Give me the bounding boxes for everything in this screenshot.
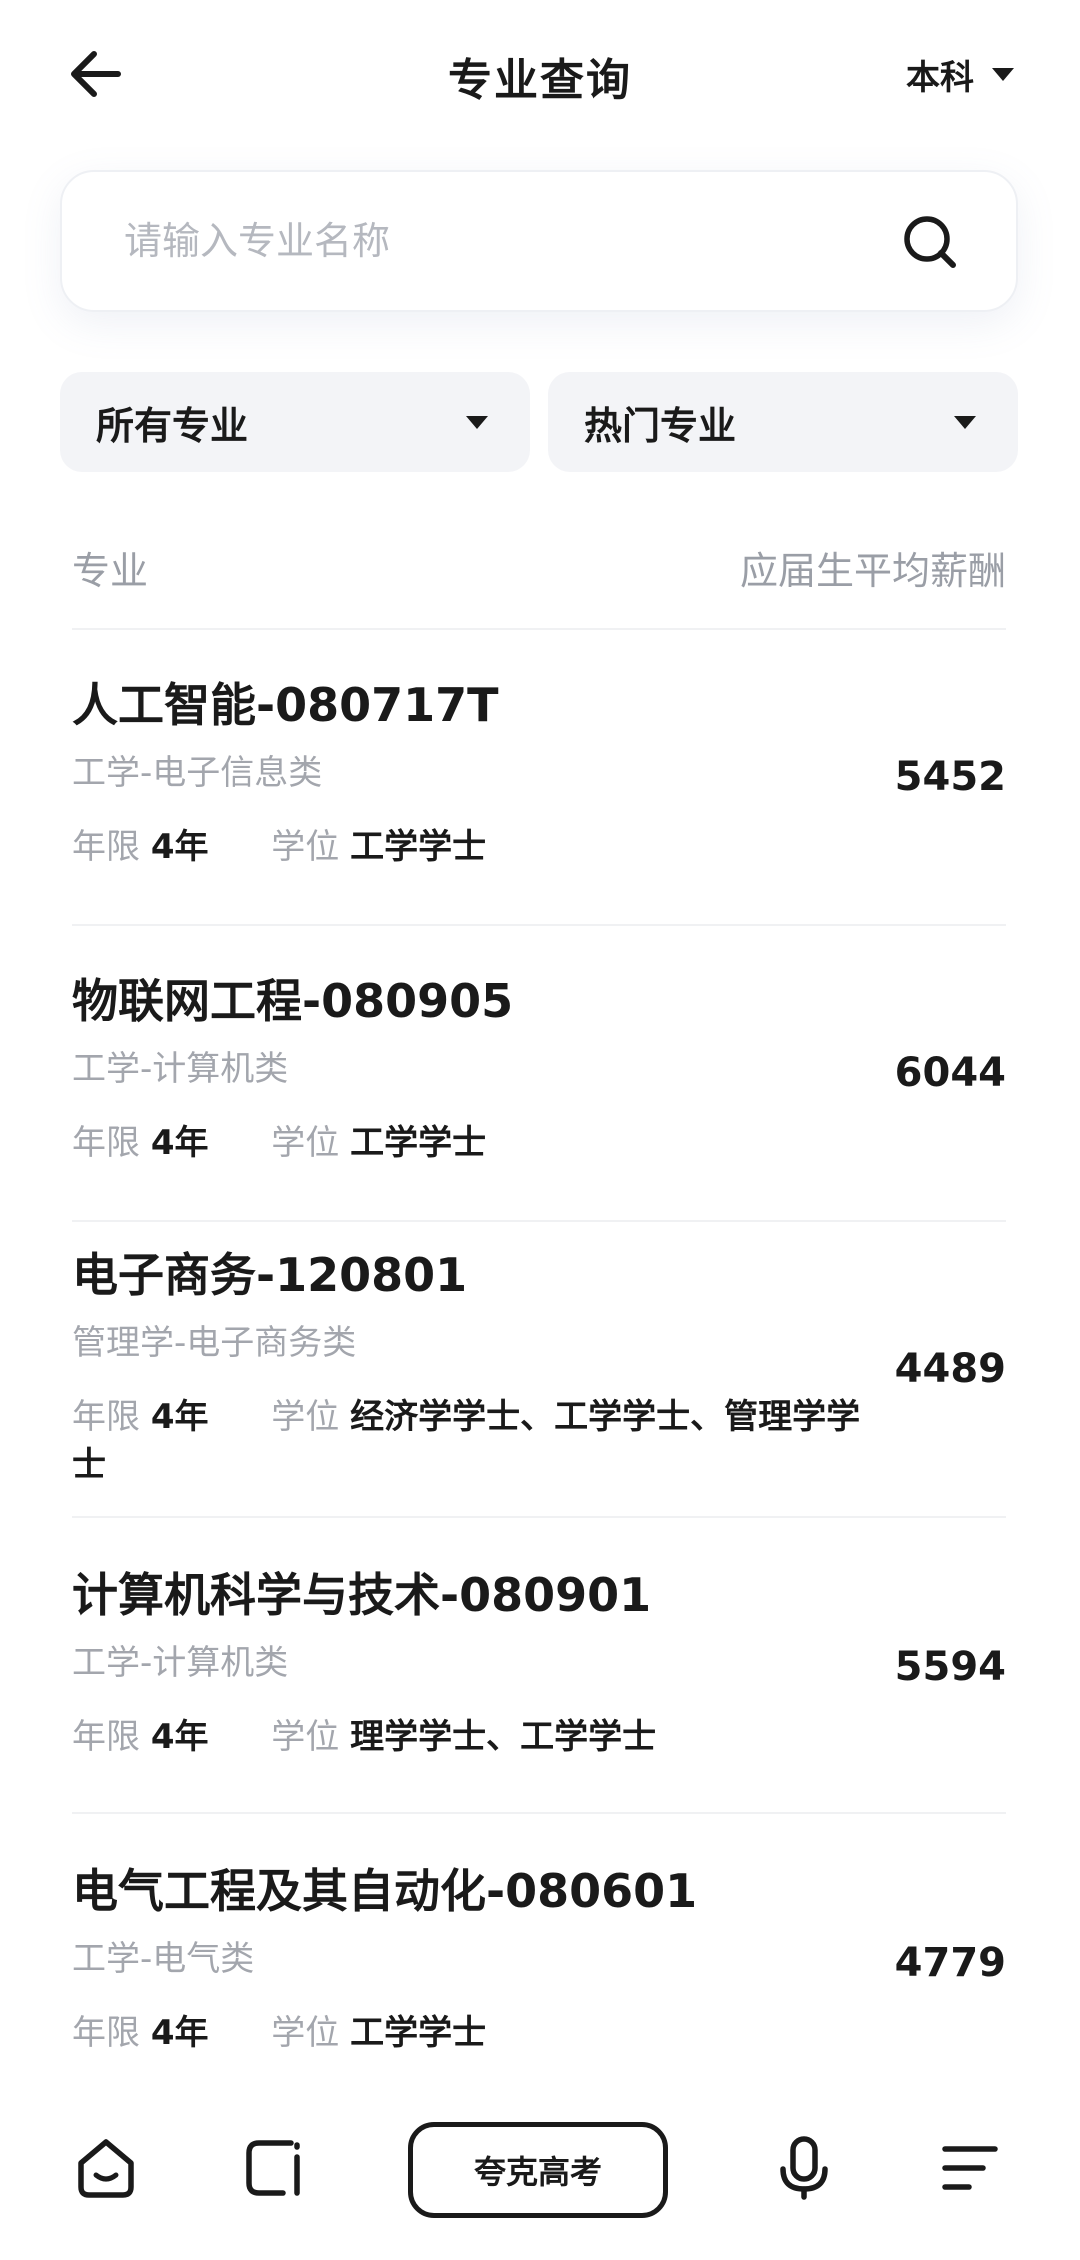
salary-value: 4779	[894, 1940, 1006, 1986]
years-value: 4年	[150, 826, 209, 867]
category-filter-dropdown[interactable]: 所有专业	[60, 372, 530, 472]
tabs-icon	[246, 2140, 300, 2196]
years-label: 年限	[72, 1716, 140, 1757]
years-value: 4年	[150, 2012, 209, 2053]
major-meta: 年限 4年 学位 工学学士	[72, 824, 892, 872]
sort-filter-dropdown[interactable]: 热门专业	[548, 372, 1018, 472]
nav-home-button[interactable]	[68, 2130, 144, 2206]
degree-label: 学位	[271, 1716, 340, 1757]
major-name: 人工智能-080717T	[72, 678, 499, 732]
major-list-item[interactable]: 计算机科学与技术-080901 工学-计算机类 年限 4年 学位 理学学士、工学…	[72, 1568, 1006, 1762]
major-category: 工学-计算机类	[72, 1049, 289, 1090]
salary-value: 6044	[894, 1050, 1006, 1096]
divider	[72, 1516, 1006, 1518]
years-label: 年限	[72, 2012, 140, 2053]
degree-value: 工学学士	[350, 2012, 487, 2053]
caret-down-icon	[466, 415, 488, 429]
years-label: 年限	[72, 826, 140, 867]
nav-center-label: 夸克高考	[473, 2153, 602, 2191]
major-list-item[interactable]: 电子商务-120801 管理学-电子商务类 年限 4年 学位 经济学学士、工学学…	[72, 1248, 1006, 1489]
home-icon	[78, 2139, 134, 2198]
divider	[72, 924, 1006, 926]
major-list-item[interactable]: 人工智能-080717T 工学-电子信息类 年限 4年 学位 工学学士 5452	[72, 678, 1006, 872]
degree-label: 学位	[271, 826, 340, 867]
years-label: 年限	[72, 1396, 140, 1437]
list-column-header: 专业 应届生平均薪酬	[72, 540, 1006, 595]
major-name: 电子商务-120801	[72, 1248, 468, 1302]
degree-label: 学位	[271, 1122, 340, 1163]
years-value: 4年	[150, 1396, 209, 1437]
microphone-icon	[780, 2136, 828, 2200]
category-filter-label: 所有专业	[96, 403, 249, 448]
major-category: 工学-电子信息类	[72, 753, 323, 794]
major-list-item[interactable]: 电气工程及其自动化-080601 工学-电气类 年限 4年 学位 工学学士 47…	[72, 1864, 1006, 2058]
salary-value: 5452	[894, 754, 1006, 800]
years-value: 4年	[150, 1122, 209, 1163]
major-meta: 年限 4年 学位 理学学士、工学学士	[72, 1714, 892, 1762]
major-category: 工学-计算机类	[72, 1643, 289, 1684]
divider	[72, 628, 1006, 630]
sort-filter-label: 热门专业	[584, 403, 737, 448]
major-name: 计算机科学与技术-080901	[72, 1568, 652, 1622]
major-meta: 年限 4年 学位 工学学士	[72, 1120, 892, 1168]
major-name: 物联网工程-080905	[72, 974, 514, 1028]
nav-voice-button[interactable]	[766, 2130, 842, 2206]
bottom-navigation: 夸克高考	[0, 2100, 1080, 2260]
column-major: 专业	[72, 549, 149, 593]
nav-tabs-button[interactable]	[236, 2130, 312, 2206]
major-list-item[interactable]: 物联网工程-080905 工学-计算机类 年限 4年 学位 工学学士 6044	[72, 974, 1006, 1168]
search-box	[60, 170, 1018, 312]
degree-value: 工学学士	[350, 826, 487, 867]
education-level-dropdown[interactable]: 本科	[906, 50, 1014, 99]
years-label: 年限	[72, 1122, 140, 1163]
major-meta: 年限 4年 学位 经济学学士、工学学士、管理学学士	[72, 1394, 892, 1489]
search-input[interactable]	[124, 172, 884, 310]
major-category: 管理学-电子商务类	[72, 1323, 357, 1364]
search-icon[interactable]	[900, 212, 960, 272]
years-value: 4年	[150, 1716, 209, 1757]
education-level-label: 本科	[906, 58, 974, 98]
major-search-page: 专业查询 本科 所有专业 热门专业 专业 应届生平均薪酬 人工智能-080717…	[0, 0, 1080, 2260]
major-name: 电气工程及其自动化-080601	[72, 1864, 698, 1918]
caret-down-icon	[992, 68, 1014, 81]
major-category: 工学-电气类	[72, 1939, 255, 1980]
salary-value: 4489	[894, 1346, 1006, 1392]
caret-down-icon	[954, 415, 976, 429]
degree-value: 工学学士	[350, 1122, 487, 1163]
header: 专业查询 本科	[0, 0, 1080, 150]
degree-label: 学位	[271, 1396, 340, 1437]
menu-icon	[942, 2146, 998, 2190]
nav-quark-gaokao-button[interactable]: 夸克高考	[408, 2122, 668, 2218]
degree-value: 理学学士、工学学士	[350, 1716, 657, 1757]
divider	[72, 1812, 1006, 1814]
column-salary: 应届生平均薪酬	[739, 549, 1006, 593]
major-meta: 年限 4年 学位 工学学士	[72, 2010, 892, 2058]
salary-value: 5594	[894, 1644, 1006, 1690]
divider	[72, 1220, 1006, 1222]
nav-menu-button[interactable]	[932, 2130, 1008, 2206]
degree-label: 学位	[271, 2012, 340, 2053]
